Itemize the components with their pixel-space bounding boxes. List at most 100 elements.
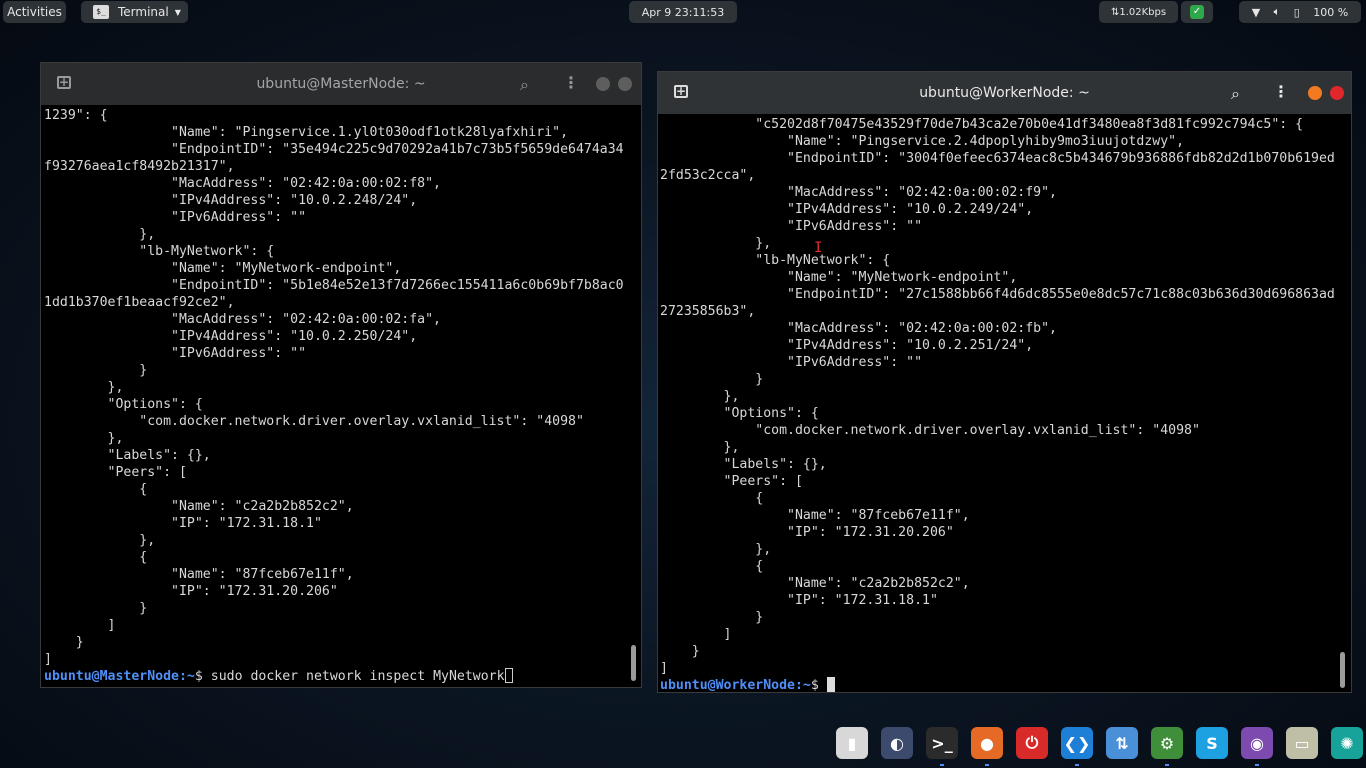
system-tray: ⇅1.02Kbps ✓ ▼ 🔈︎ ▯ 100 %: [1099, 1, 1361, 23]
running-indicator: [940, 764, 944, 766]
power-icon[interactable]: ⏻: [1016, 727, 1048, 759]
output-line: "com.docker.network.driver.overlay.vxlan…: [44, 414, 584, 429]
terminal-output[interactable]: "c5202d8f70475e43529f70de7b43ca2e70b0e41…: [660, 116, 1337, 692]
menu-icon[interactable]: ⋮: [1273, 82, 1289, 101]
terminal-app-icon: $_: [93, 5, 109, 19]
output-line: ]: [44, 652, 52, 667]
output-line: "Name": "c2a2b2b852c2",: [44, 499, 354, 514]
output-line: "Labels": {},: [660, 457, 827, 472]
output-line: "EndpointID": "27c1588bb66f4d6dc8555e0e8…: [660, 287, 1335, 302]
output-line: 1239": {: [44, 108, 108, 123]
prompt-user: ubuntu@WorkerNode: [660, 678, 795, 692]
minimize-button[interactable]: [596, 77, 610, 91]
running-indicator: [1255, 764, 1259, 766]
running-indicator: [985, 764, 989, 766]
firefox-icon[interactable]: ●: [971, 727, 1003, 759]
battery-percent: 100 %: [1313, 5, 1349, 19]
output-line: "IPv6Address": "": [660, 219, 923, 234]
vscode-icon[interactable]: ❮❯: [1061, 727, 1093, 759]
output-line: 2fd53c2cca",: [660, 168, 756, 183]
output-line: ]: [660, 627, 732, 642]
terminal-icon[interactable]: >_: [926, 727, 958, 759]
output-line: "IP": "172.31.20.206": [660, 525, 954, 540]
output-line: },: [660, 440, 740, 455]
teal-app-icon[interactable]: ✺: [1331, 727, 1363, 759]
output-line: 1dd1b370ef1beaacf92ce2",: [44, 295, 235, 310]
output-line: "lb-MyNetwork": {: [660, 253, 891, 268]
output-line: "MacAddress": "02:42:0a:00:02:f8",: [44, 176, 441, 191]
output-line: "lb-MyNetwork": {: [44, 244, 275, 259]
new-tab-icon[interactable]: +: [57, 76, 71, 89]
prompt-user: ubuntu@MasterNode: [44, 669, 179, 684]
ibeam-cursor-icon: I: [814, 240, 823, 256]
shield-ok-icon[interactable]: ✓: [1181, 1, 1213, 23]
output-line: "IPv4Address": "10.0.2.249/24",: [660, 202, 1034, 217]
net-speed-indicator[interactable]: ⇅1.02Kbps: [1099, 1, 1178, 23]
output-line: "IP": "172.31.18.1": [660, 593, 938, 608]
output-line: },: [660, 236, 772, 251]
prompt-line: ubuntu@WorkerNode:~$: [660, 677, 1337, 692]
activities-button[interactable]: Activities: [3, 1, 66, 23]
clock[interactable]: Apr 9 23:11:53: [629, 1, 737, 23]
output-line: "Peers": [: [44, 465, 187, 480]
output-line: "IPv4Address": "10.0.2.251/24",: [660, 338, 1034, 353]
wifi-icon: ▼: [1251, 5, 1261, 19]
output-line: },: [44, 380, 124, 395]
scrollbar[interactable]: [1340, 652, 1345, 688]
output-line: "Options": {: [660, 406, 819, 421]
output-line: },: [44, 533, 156, 548]
output-line: {: [660, 559, 764, 574]
tor-browser-icon[interactable]: ◉: [1241, 727, 1273, 759]
output-line: "MacAddress": "02:42:0a:00:02:f9",: [660, 185, 1057, 200]
archive-manager-icon[interactable]: ▮: [836, 727, 868, 759]
dock: ▮ ◐ >_ ● ⏻ ❮❯ ⇅ ⚙ S ◉ ▭ ✺: [830, 723, 1366, 768]
output-line: "IPv4Address": "10.0.2.248/24",: [44, 193, 418, 208]
menu-icon[interactable]: ⋮: [563, 73, 579, 92]
search-icon[interactable]: ⌕: [1231, 84, 1240, 104]
output-line: "com.docker.network.driver.overlay.vxlan…: [660, 423, 1200, 438]
search-icon[interactable]: ⌕: [520, 75, 529, 95]
prompt-line: ubuntu@MasterNode:~$ sudo docker network…: [44, 668, 627, 685]
caret-down-icon: ▼: [174, 7, 181, 17]
output-line: f93276aea1cf8492b21317",: [44, 159, 235, 174]
output-line: "IPv6Address": "": [44, 210, 307, 225]
system-menu[interactable]: ▼ 🔈︎ ▯ 100 %: [1239, 1, 1361, 23]
output-line: "Name": "MyNetwork-endpoint",: [660, 270, 1018, 285]
titlebar[interactable]: + ubuntu@WorkerNode: ~ ⌕ ⋮: [658, 72, 1351, 114]
output-line: "MacAddress": "02:42:0a:00:02:fb",: [660, 321, 1057, 336]
close-button[interactable]: [618, 77, 632, 91]
gimp-settings-icon[interactable]: ⚙: [1151, 727, 1183, 759]
terminal-output[interactable]: 1239": { "Name": "Pingservice.1.yl0t030o…: [44, 107, 627, 687]
eclipse-icon[interactable]: ◐: [881, 727, 913, 759]
titlebar[interactable]: + ubuntu@MasterNode: ~ ⌕ ⋮: [41, 63, 641, 105]
output-line: }: [660, 610, 764, 625]
terminal-window-worker[interactable]: + ubuntu@WorkerNode: ~ ⌕ ⋮ "c5202d8f7047…: [657, 71, 1352, 693]
scrollbar[interactable]: [631, 645, 636, 681]
output-line: "IP": "172.31.18.1": [44, 516, 322, 531]
output-line: },: [44, 227, 156, 242]
output-line: }: [44, 635, 84, 650]
text-cursor: [504, 668, 513, 683]
output-line: "MacAddress": "02:42:0a:00:02:fa",: [44, 312, 441, 327]
output-line: "Name": "87fceb67e11f",: [44, 567, 354, 582]
close-button[interactable]: [1330, 86, 1344, 100]
files-icon[interactable]: ▭: [1286, 727, 1318, 759]
output-line: "IPv6Address": "": [44, 346, 307, 361]
terminal-window-master[interactable]: + ubuntu@MasterNode: ~ ⌕ ⋮ 1239": { "Nam…: [40, 62, 642, 688]
running-indicator: [1075, 764, 1079, 766]
output-line: }: [44, 363, 148, 378]
new-tab-icon[interactable]: +: [674, 85, 688, 98]
network-manager-icon[interactable]: ⇅: [1106, 727, 1138, 759]
minimize-button[interactable]: [1308, 86, 1322, 100]
volume-icon: 🔈︎: [1273, 5, 1281, 18]
output-line: "Options": {: [44, 397, 203, 412]
output-line: },: [660, 389, 740, 404]
app-menu-label: Terminal: [118, 5, 169, 19]
app-menu-terminal[interactable]: $_ Terminal ▼: [81, 1, 188, 23]
output-line: 27235856b3",: [660, 304, 756, 319]
output-line: {: [660, 491, 764, 506]
output-line: "Name": "Pingservice.1.yl0t030odf1otk28l…: [44, 125, 569, 140]
output-line: "EndpointID": "35e494c225c9d70292a41b7c7…: [44, 142, 624, 157]
output-line: }: [44, 601, 148, 616]
skype-icon[interactable]: S: [1196, 727, 1228, 759]
